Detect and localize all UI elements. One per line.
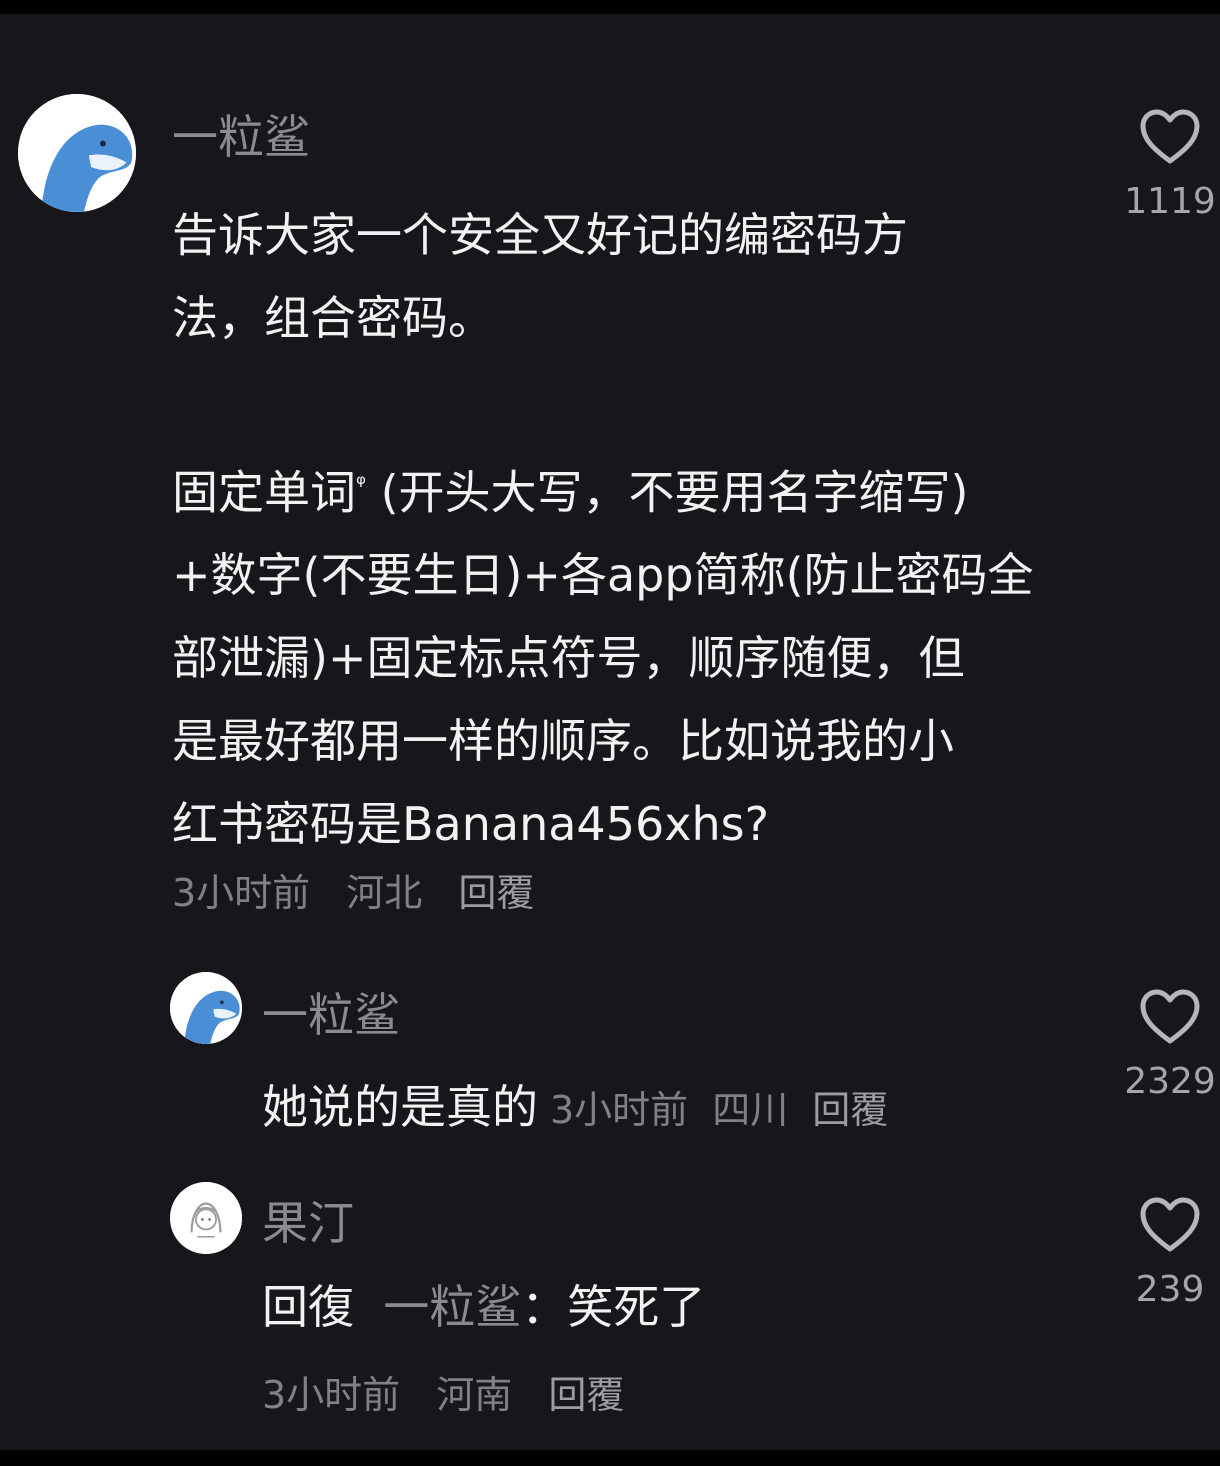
comment-meta: 3小时前 河北 回覆	[172, 874, 558, 912]
like-button[interactable]: 239	[1110, 1196, 1220, 1308]
reply-time: 3小时前	[550, 1088, 689, 1132]
like-button[interactable]: 1119	[1110, 108, 1220, 220]
anime-avatar-icon	[170, 1182, 242, 1254]
reply-button[interactable]: 回覆	[458, 871, 534, 915]
avatar[interactable]	[170, 1182, 242, 1254]
heart-icon	[1140, 109, 1200, 164]
reply-button[interactable]: 回覆	[812, 1088, 888, 1132]
comment-paragraph-2: (开头大写，不要用名字缩写) +数字(不要生日)+各app简称(防止密码全 部泄…	[172, 465, 1034, 852]
reply-text: 她说的是真的 3小时前 四川 回覆	[262, 1066, 1082, 1152]
reply-text: 回復 一粒鲨：笑死了	[262, 1266, 1082, 1349]
reply-meta: 3小时前 四川 回覆	[550, 1088, 912, 1132]
search-icon[interactable]: ᵠ	[356, 470, 366, 498]
heart-icon	[1140, 989, 1200, 1044]
reply-button[interactable]: 回覆	[548, 1373, 624, 1417]
reply-prefix: 回復	[262, 1280, 354, 1334]
like-count: 2329	[1124, 1061, 1216, 1102]
reply-username[interactable]: 一粒鲨	[262, 992, 400, 1038]
reply-location: 河南	[436, 1373, 513, 1417]
comment-username[interactable]: 一粒鲨	[172, 114, 310, 160]
heart-icon	[1140, 1197, 1200, 1252]
comment-time: 3小时前	[172, 871, 311, 915]
mention-link[interactable]: 一粒鲨	[383, 1280, 521, 1334]
shark-avatar-icon	[170, 972, 242, 1044]
like-count: 1119	[1124, 181, 1216, 222]
comment-location: 河北	[346, 871, 423, 915]
like-count: 239	[1135, 1269, 1205, 1310]
reply-meta: 3小时前 河南 回覆	[262, 1376, 648, 1414]
comment-panel: 一粒鲨 告诉大家一个安全又好记的编密码方 法，组合密码。 固定单词ᵠ (开头大写…	[0, 14, 1220, 1450]
avatar[interactable]	[18, 94, 136, 212]
search-keyword[interactable]: 固定单词	[172, 465, 356, 519]
reply-location: 四川	[712, 1088, 789, 1132]
reply-body: ：笑死了	[521, 1280, 706, 1334]
avatar[interactable]	[170, 972, 242, 1044]
reply-time: 3小时前	[262, 1373, 401, 1417]
shark-avatar-icon	[18, 94, 136, 212]
comment-paragraph-1: 告诉大家一个安全又好记的编密码方 法，组合密码。	[172, 208, 908, 345]
like-button[interactable]: 2329	[1110, 988, 1220, 1100]
reply-body: 她说的是真的	[262, 1080, 538, 1134]
reply-username[interactable]: 果汀	[262, 1200, 354, 1246]
comment-text: 告诉大家一个安全又好记的编密码方 法，组合密码。 固定单词ᵠ (开头大写，不要用…	[172, 194, 1092, 866]
